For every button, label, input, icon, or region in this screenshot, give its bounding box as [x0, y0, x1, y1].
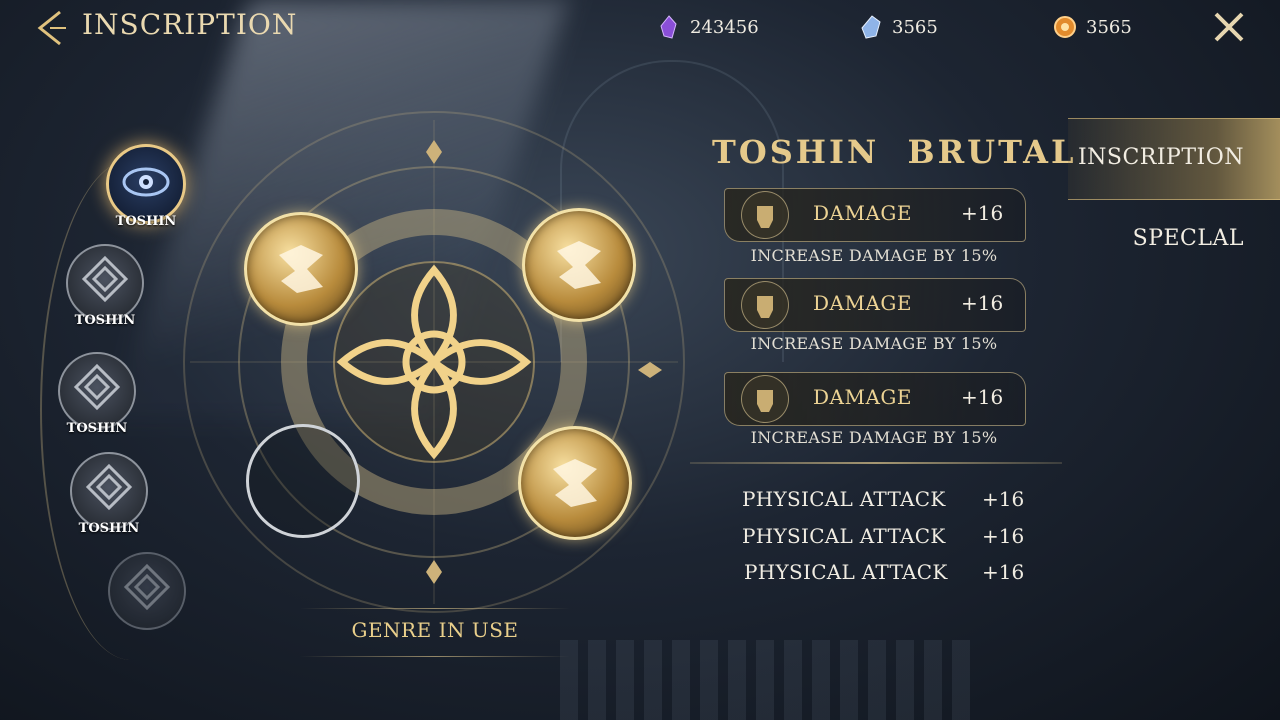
stat-value: +16 [961, 201, 1004, 225]
close-icon [1214, 12, 1244, 42]
inscription-socket-4[interactable] [518, 426, 632, 540]
close-button[interactable] [1210, 8, 1248, 46]
attribute-value: +16 [982, 524, 1025, 548]
inscription-socket-1[interactable] [244, 212, 358, 326]
tab-label: INSCRIPTION [1077, 145, 1244, 170]
chevron-left-icon [37, 10, 66, 46]
back-button[interactable] [32, 8, 72, 48]
fist-icon [741, 375, 789, 423]
purple-crystal-icon [660, 15, 677, 39]
currency-gold: 3565 [1052, 14, 1132, 40]
top-bar: INSCRIPTION 243456 3565 3565 [0, 0, 1280, 56]
stat-description: INCREASE DAMAGE BY 15% [750, 334, 998, 353]
genre-divider-top [300, 608, 570, 609]
inscription-socket-2[interactable] [522, 208, 636, 322]
attribute-name: PHYSICAL ATTACK [742, 487, 946, 511]
blue-crystal-icon [861, 15, 881, 39]
stat-value: +16 [961, 385, 1004, 409]
currency-blue: 3565 [858, 14, 938, 40]
fist-icon [741, 191, 789, 239]
currency-purple: 243456 [656, 14, 759, 40]
stat-description: INCREASE DAMAGE BY 15% [750, 246, 998, 265]
inscription-slot-2[interactable]: TOSHIN [66, 244, 144, 328]
set-stat-row-3: DAMAGE +16 [724, 372, 1026, 426]
tab-label: SPECLAL [1132, 226, 1244, 251]
set-stat-row-2: DAMAGE +16 [724, 278, 1026, 332]
genre-in-use-label: GENRE IN USE [351, 618, 519, 642]
stat-name: DAMAGE [813, 385, 912, 409]
genre-divider-bottom [300, 656, 570, 657]
section-divider [690, 462, 1062, 464]
currency-blue-value: 3565 [892, 16, 938, 38]
tab-inscription[interactable]: INSCRIPTION [1068, 118, 1280, 200]
attribute-name: PHYSICAL ATTACK [742, 524, 946, 548]
currency-purple-value: 243456 [690, 16, 759, 38]
rune-glyph-icon [553, 459, 597, 507]
page-title: INSCRIPTION [82, 8, 298, 41]
stat-name: DAMAGE [813, 201, 912, 225]
attribute-name: PHYSICAL ATTACK [744, 560, 948, 584]
lattice-emblem-icon [81, 255, 129, 303]
fist-icon [741, 281, 789, 329]
inscription-slot-3[interactable]: TOSHIN [58, 352, 136, 436]
stat-description: INCREASE DAMAGE BY 15% [750, 428, 998, 447]
attribute-value: +16 [982, 560, 1025, 584]
stat-name: DAMAGE [813, 291, 912, 315]
slot-label: TOSHIN [66, 421, 128, 436]
attribute-value: +16 [982, 487, 1025, 511]
rune-glyph-icon [279, 245, 323, 293]
gold-orb-icon [1054, 16, 1076, 38]
tab-special[interactable]: SPECLAL [1068, 200, 1280, 280]
inscription-slot-4[interactable]: TOSHIN [70, 452, 148, 536]
currency-gold-value: 3565 [1086, 16, 1132, 38]
inscription-socket-3[interactable] [246, 424, 360, 538]
slot-label: TOSHIN [78, 521, 140, 536]
slot-label: TOSHIN [74, 313, 136, 328]
rune-wheel [183, 111, 685, 613]
lattice-emblem-icon [73, 363, 121, 411]
set-name: TOSHIN BRUTAL [712, 133, 1077, 171]
lattice-emblem-icon [85, 463, 133, 511]
background-floor [560, 640, 980, 720]
set-stat-row-1: DAMAGE +16 [724, 188, 1026, 242]
stat-value: +16 [961, 291, 1004, 315]
rune-glyph-icon [557, 241, 601, 289]
